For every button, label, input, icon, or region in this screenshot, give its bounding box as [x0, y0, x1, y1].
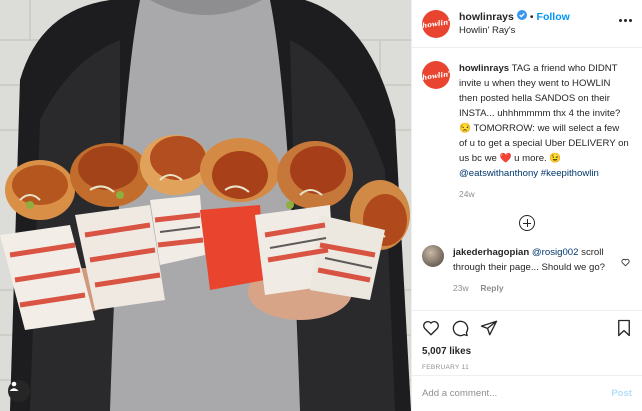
post-location[interactable]: Howlin' Ray's: [459, 25, 570, 37]
comments-section: howlin' howlinrays TAG a friend who DIDN…: [412, 49, 642, 305]
comment-input[interactable]: [422, 388, 612, 399]
emoji-wink: 😉: [549, 153, 562, 164]
comment-mention[interactable]: @rosig002: [532, 247, 579, 258]
author-avatar[interactable]: howlin': [422, 9, 450, 38]
post-date[interactable]: FEBRUARY 11: [422, 364, 632, 371]
comment-icon[interactable]: [451, 319, 469, 337]
caption-username[interactable]: howlinrays: [459, 63, 509, 74]
post-comment-button[interactable]: Post: [611, 388, 632, 399]
commenter-username[interactable]: jakederhagopian: [453, 247, 529, 258]
load-more-icon[interactable]: [519, 215, 535, 231]
caption-mentions[interactable]: @eatswithanthony #keepithowlin: [459, 168, 599, 179]
emoji-unamused: 😒: [459, 123, 471, 134]
caption-author-avatar[interactable]: howlin': [422, 61, 450, 89]
photo-illustration: [0, 0, 411, 411]
more-options-icon[interactable]: [619, 19, 632, 22]
action-icons: [422, 319, 632, 337]
avatar-logo-text: howlin': [422, 68, 450, 82]
comment-age[interactable]: 23w: [453, 283, 469, 293]
reply-button[interactable]: Reply: [480, 283, 503, 293]
load-more-comments[interactable]: [422, 215, 632, 231]
avatar-logo-text: howlin': [422, 17, 450, 30]
author-username[interactable]: howlinrays: [459, 11, 514, 24]
header-row: howlinrays • Follow: [459, 10, 570, 24]
comment-like-heart-icon[interactable]: [621, 254, 630, 272]
comment-item: jakederhagopian @rosig002 scroll through…: [422, 245, 632, 293]
emoji-heart: ❤️: [499, 153, 512, 164]
add-comment-bar: Post: [412, 375, 642, 411]
user-silhouette-icon: [9, 381, 19, 391]
tagged-user-icon[interactable]: [8, 380, 30, 402]
comment-text: jakederhagopian @rosig002 scroll through…: [453, 245, 613, 275]
likes-count[interactable]: 5,007 likes: [422, 346, 632, 357]
header-text: howlinrays • Follow Howlin' Ray's: [459, 10, 570, 37]
comment-meta: 23w Reply: [453, 283, 613, 293]
heart-icon[interactable]: [422, 319, 440, 337]
share-icon[interactable]: [480, 319, 498, 337]
follow-button[interactable]: Follow: [537, 11, 570, 24]
verified-icon: [516, 10, 527, 24]
bookmark-icon[interactable]: [616, 319, 632, 337]
caption-text-part-3: u more.: [514, 153, 547, 164]
commenter-avatar[interactable]: [422, 245, 444, 267]
post-side-panel: howlin' howlinrays • Follow Howlin' Ray'…: [411, 0, 642, 411]
caption-age[interactable]: 24w: [459, 189, 629, 199]
post-photo[interactable]: [0, 0, 411, 411]
post-header: howlin' howlinrays • Follow Howlin' Ray'…: [412, 0, 642, 48]
caption-text: howlinrays TAG a friend who DIDNT invite…: [459, 61, 629, 181]
post-caption: howlin' howlinrays TAG a friend who DIDN…: [422, 61, 632, 199]
separator-dot: •: [529, 10, 534, 23]
